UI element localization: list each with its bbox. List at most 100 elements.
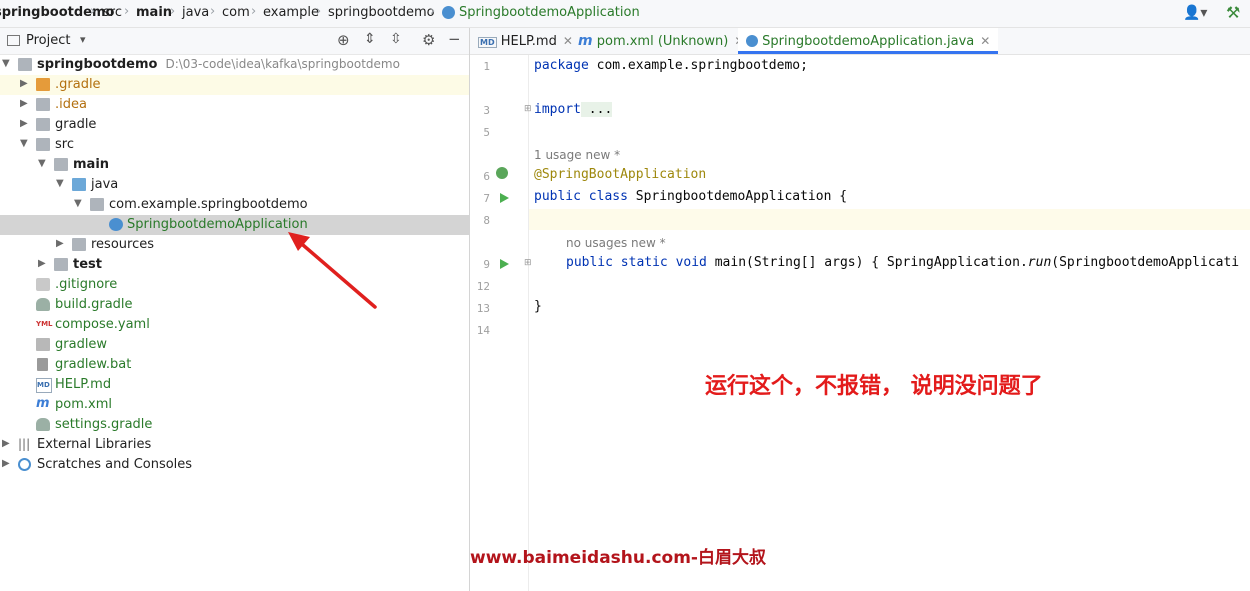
line-number: 13	[476, 302, 490, 315]
tree-item-scratches[interactable]: ▶ Scratches and Consoles	[0, 455, 469, 475]
tree-item-gradlew-bat[interactable]: gradlew.bat	[0, 355, 469, 375]
code-line-6[interactable]: @SpringBootApplication	[534, 167, 706, 182]
chevron-right-icon[interactable]: ▶	[20, 118, 28, 129]
hammer-icon[interactable]: ⚒	[1226, 3, 1240, 22]
tree-item-label: .gradle	[55, 77, 101, 92]
tree-item-java[interactable]: ▼ java	[0, 175, 469, 195]
tree-item-pom[interactable]: m pom.xml	[0, 395, 469, 415]
gradle-icon	[36, 418, 50, 431]
code-line-1[interactable]: package com.example.springbootdemo;	[534, 58, 808, 73]
tree-item-label: springbootdemo D:\03-code\idea\kafka\spri…	[37, 57, 400, 72]
tree-item-label: Scratches and Consoles	[37, 457, 193, 472]
breadcrumb-item[interactable]: SpringbootdemoApplication	[459, 5, 640, 20]
project-tree: ▼ springbootdemo D:\03-code\idea\kafka\sp…	[0, 55, 469, 591]
tree-item-src[interactable]: ▼ src	[0, 135, 469, 155]
fold-icon[interactable]: ⊞	[524, 104, 532, 114]
fold-icon[interactable]: ⊞	[524, 258, 532, 268]
yaml-icon: YML	[36, 320, 53, 328]
minimize-icon[interactable]: −	[448, 30, 461, 48]
chevron-down-icon[interactable]: ▼	[38, 158, 46, 169]
run-icon[interactable]	[500, 193, 509, 203]
run-icon[interactable]	[500, 259, 509, 269]
tree-item-idea[interactable]: ▶ .idea	[0, 95, 469, 115]
tree-item-gitignore[interactable]: .gitignore	[0, 275, 469, 295]
project-panel-title[interactable]: Project	[26, 33, 70, 48]
markdown-icon: MD	[478, 37, 497, 48]
chevron-right-icon[interactable]: ▶	[56, 238, 64, 249]
usage-hint[interactable]: 1 usage new *	[534, 148, 620, 162]
editor-tabs: MD HELP.md✕ m pom.xml (Unknown)✕ Springb…	[470, 28, 1250, 55]
breadcrumb-item[interactable]: java	[182, 5, 209, 20]
line-number: 12	[476, 280, 490, 293]
tree-item-label: .idea	[55, 97, 87, 112]
tree-item-compose[interactable]: YML compose.yaml	[0, 315, 469, 335]
breadcrumb-item[interactable]: src	[103, 5, 122, 20]
tree-item-resources[interactable]: ▶ resources	[0, 235, 469, 255]
tree-item-build-gradle[interactable]: build.gradle	[0, 295, 469, 315]
expand-all-icon[interactable]: ⇕	[364, 31, 376, 47]
chevron-right-icon: ›	[316, 4, 322, 19]
line-number: 3	[483, 104, 490, 117]
tab-pom-xml[interactable]: m pom.xml (Unknown)✕	[578, 28, 744, 54]
chevron-right-icon[interactable]: ▶	[20, 98, 28, 109]
chevron-down-icon[interactable]: ▼	[56, 178, 64, 189]
chevron-down-icon[interactable]: ▼	[20, 138, 28, 149]
gradle-icon	[36, 298, 50, 311]
line-number: 8	[483, 214, 490, 227]
tree-item-test[interactable]: ▶ test	[0, 255, 469, 275]
chevron-right-icon[interactable]: ▶	[20, 78, 28, 89]
chevron-down-icon[interactable]: ▼	[74, 198, 82, 209]
bat-file-icon	[37, 358, 48, 371]
code-line-13[interactable]: }	[534, 299, 542, 314]
project-icon	[7, 35, 20, 46]
breadcrumb-item[interactable]: example	[263, 5, 319, 20]
close-icon[interactable]: ✕	[563, 34, 573, 48]
tab-help-md[interactable]: MD HELP.md ✕	[478, 28, 573, 54]
chevron-down-icon[interactable]: ▾	[80, 33, 86, 46]
spring-bean-icon[interactable]	[496, 167, 508, 179]
tree-item-external-libraries[interactable]: ▶ ||| External Libraries	[0, 435, 469, 455]
tree-item-application[interactable]: SpringbootdemoApplication	[0, 215, 469, 235]
tree-item-label: .gitignore	[55, 277, 118, 292]
code-line-9[interactable]: public static void main(String[] args) {…	[566, 255, 1239, 270]
breadcrumb-item[interactable]: springbootdemo	[328, 5, 435, 20]
tree-item-gradlew[interactable]: gradlew	[0, 335, 469, 355]
chevron-right-icon[interactable]: ▶	[2, 458, 10, 469]
library-icon: |||	[18, 437, 31, 451]
folder-icon	[54, 158, 68, 171]
tree-item-label: java	[91, 177, 119, 192]
tab-application-java[interactable]: SpringbootdemoApplication.java ✕	[738, 28, 999, 54]
tree-item-gradle[interactable]: ▶ gradle	[0, 115, 469, 135]
target-icon[interactable]: ⊕	[337, 31, 350, 49]
red-arrow-annotation	[288, 232, 377, 309]
usage-hint[interactable]: no usages new *	[566, 236, 666, 250]
gear-icon[interactable]: ⚙	[422, 31, 435, 49]
chevron-right-icon[interactable]: ▶	[38, 258, 46, 269]
chevron-right-icon[interactable]: ▶	[2, 438, 10, 449]
user-icon[interactable]: 👤▾	[1183, 5, 1207, 21]
tree-item-label: gradlew	[55, 337, 108, 352]
breadcrumb-item[interactable]: com	[222, 5, 250, 20]
chevron-down-icon[interactable]: ▼	[2, 58, 10, 69]
breadcrumb-item[interactable]: springbootdemo	[0, 5, 114, 20]
project-panel-header: Project ▾ ⊕ ⇕ ⇳ ⚙ −	[0, 28, 469, 55]
tree-item-label: External Libraries	[37, 437, 152, 452]
tree-item-root[interactable]: ▼ springbootdemo D:\03-code\idea\kafka\sp…	[0, 55, 469, 75]
tree-item-label: settings.gradle	[55, 417, 153, 432]
tree-item-main[interactable]: ▼ main	[0, 155, 469, 175]
tree-item-label: com.example.springbootdemo	[109, 197, 308, 212]
tree-item-help-md[interactable]: MD HELP.md	[0, 375, 469, 395]
tree-item-settings-gradle[interactable]: settings.gradle	[0, 415, 469, 435]
close-icon[interactable]: ✕	[980, 34, 990, 48]
tree-item-label: main	[73, 157, 110, 172]
code-line-7[interactable]: public class SpringbootdemoApplication {	[534, 189, 847, 204]
tree-item-package[interactable]: ▼ com.example.springbootdemo	[0, 195, 469, 215]
folder-icon	[36, 98, 50, 111]
chevron-right-icon: ›	[210, 4, 216, 19]
maven-icon: m	[36, 396, 50, 411]
collapse-all-icon[interactable]: ⇳	[390, 31, 402, 47]
breadcrumb-item[interactable]: main	[136, 5, 172, 20]
tree-item-gradle-hidden[interactable]: ▶ .gradle	[0, 75, 469, 95]
code-line-3[interactable]: import ...	[534, 102, 613, 117]
chevron-right-icon: ›	[251, 4, 257, 19]
